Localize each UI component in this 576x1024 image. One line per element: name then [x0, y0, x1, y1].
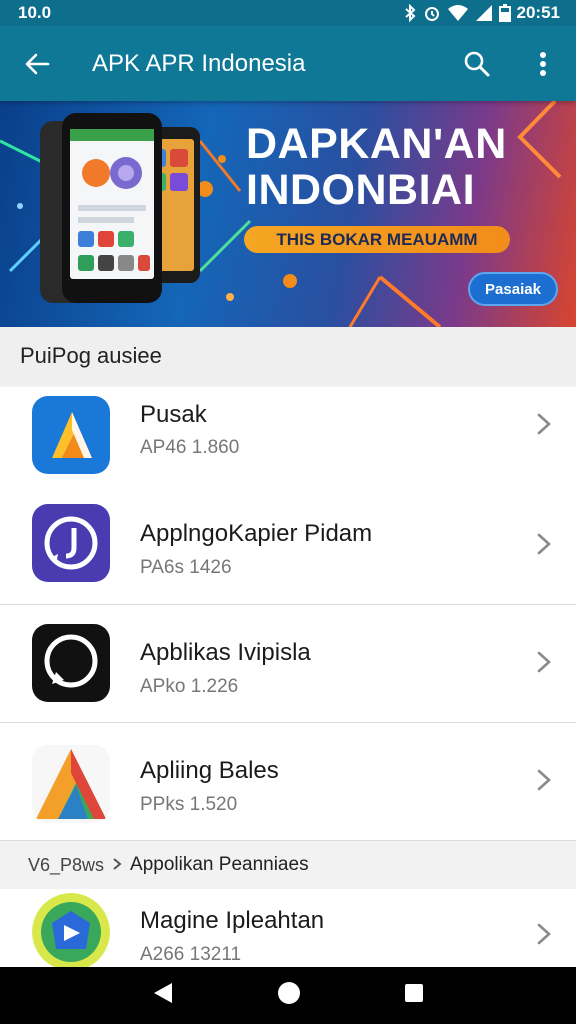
- search-icon: [464, 51, 490, 76]
- bluetooth-icon: [403, 4, 417, 22]
- nav-home-icon: [277, 982, 300, 1004]
- chevron-right-icon: [537, 651, 551, 673]
- list-item[interactable]: Apliing Bales PPks 1.520: [0, 723, 576, 841]
- app-name: Pusak: [140, 401, 207, 428]
- app-name: Apliing Bales: [140, 757, 279, 784]
- phone-mockup-image: [40, 113, 200, 303]
- app-version: PPks 1.520: [140, 794, 238, 815]
- list-item[interactable]: ApplngoKapier Pidam PA6s 1426: [0, 487, 576, 605]
- nav-home-button[interactable]: [277, 981, 301, 1010]
- section-title: PuiPog ausiee: [0, 327, 576, 385]
- alarm-icon: [423, 4, 441, 22]
- app-icon-apblikas: [32, 624, 110, 702]
- banner-headline: DAPKAN'AN INDONBIAI: [246, 121, 507, 214]
- arrow-back-icon: [25, 53, 50, 74]
- search-button[interactable]: [444, 26, 510, 101]
- app-version: PA6s 1426: [140, 557, 232, 578]
- system-nav-bar: [0, 967, 576, 1024]
- back-button[interactable]: [0, 26, 74, 101]
- promo-banner[interactable]: DAPKAN'AN INDONBIAI THIS BOKAR MEAUAMM P…: [0, 101, 576, 327]
- battery-icon: [498, 4, 511, 22]
- status-time: 20:51: [516, 3, 560, 22]
- chevron-right-icon: [537, 769, 551, 791]
- app-version: AP46 1.860: [140, 437, 240, 458]
- chevron-right-icon: [537, 923, 551, 945]
- nav-recents-button[interactable]: [404, 983, 424, 1008]
- list-item[interactable]: Apblikas Ivipisla APko 1.226: [0, 605, 576, 723]
- app-version: APko 1.226: [140, 676, 239, 697]
- chevron-right-small-icon: [112, 854, 122, 876]
- status-icons: 20:51: [403, 3, 560, 23]
- nav-recents-icon: [405, 984, 424, 1002]
- app-icon-applngokapier: [32, 504, 110, 582]
- category-chip[interactable]: V6_P8ws Appolikan Peanniaes: [14, 843, 562, 887]
- list-item[interactable]: Magine Ipleahtan A266 13211: [0, 889, 576, 971]
- app-icon-magine: [32, 893, 110, 971]
- wifi-icon: [447, 4, 469, 22]
- app-icon-apliing: [32, 745, 110, 823]
- banner-cta-button[interactable]: Pasaiak: [468, 272, 558, 306]
- chevron-right-icon: [537, 413, 551, 435]
- app-icon-pusak: [32, 396, 110, 474]
- more-options-button[interactable]: [510, 26, 576, 101]
- more-vert-icon: [540, 51, 546, 76]
- app-name: Magine Ipleahtan: [140, 907, 325, 934]
- chevron-right-icon: [537, 533, 551, 555]
- banner-headline-line2: INDONBIAI: [246, 166, 476, 215]
- app-name: Apblikas Ivipisla: [140, 639, 311, 666]
- chip-label: Appolikan Peanniaes: [130, 854, 309, 875]
- banner-headline-line1: DAPKAN'AN: [246, 120, 507, 168]
- nav-back-button[interactable]: [152, 981, 174, 1010]
- banner-tagline: THIS BOKAR MEAUAMM: [244, 226, 510, 253]
- nav-back-icon: [153, 983, 172, 1003]
- app-version: A266 13211: [140, 944, 242, 965]
- signal-icon: [475, 4, 493, 22]
- app-bar: APK APR Indonesia: [0, 26, 576, 101]
- app-title: APK APR Indonesia: [92, 49, 306, 77]
- app-name: ApplngoKapier Pidam: [140, 520, 373, 547]
- chip-prefix: V6_P8ws: [28, 854, 105, 875]
- status-left-text: 10.0: [18, 3, 52, 22]
- status-bar: 10.0 20:51: [0, 0, 576, 26]
